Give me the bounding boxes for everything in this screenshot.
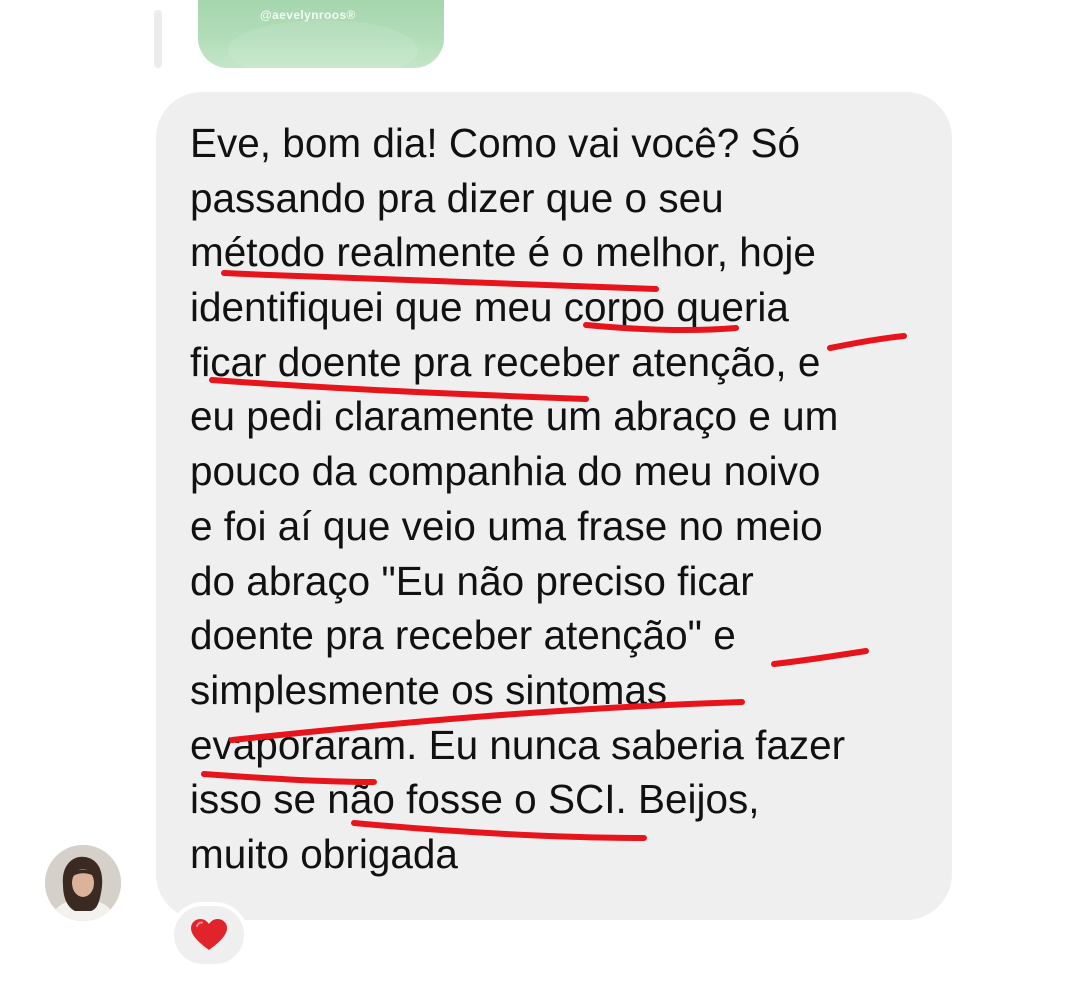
message-line: ficar doente pra receber atenção, e <box>190 338 821 385</box>
message-line: passando pra dizer que o seu <box>190 174 724 221</box>
sender-avatar[interactable] <box>45 845 121 921</box>
message-line: do abraço "Eu não preciso ficar <box>190 557 754 604</box>
red-heart-icon <box>191 919 227 950</box>
message-text: Eve, bom dia! Como vai você? Só passando… <box>190 116 845 882</box>
message-line: pouco da companhia do meu noivo <box>190 448 821 495</box>
reply-indicator-bar <box>154 10 162 68</box>
message-line: método realmente é o melhor, hoje <box>190 229 816 276</box>
message-line: evaporaram. Eu nunca saberia fazer <box>190 721 846 768</box>
message-line: eu pedi claramente um abraço e um <box>190 393 839 440</box>
message-line: Eve, bom dia! Como vai você? Só <box>190 120 801 166</box>
message-line: simplesmente os sintomas <box>190 666 668 713</box>
message-line: e foi aí que veio uma frase no meio <box>190 502 823 549</box>
message-line: isso se não fosse o SCI. Beijos, <box>190 776 760 823</box>
story-handle: @aevelynroos® <box>260 8 356 22</box>
profile-photo-icon <box>45 845 121 921</box>
reaction-badge[interactable] <box>170 902 248 968</box>
message-line: muito obrigada <box>190 830 458 877</box>
message-line: doente pra receber atenção" e <box>190 612 736 659</box>
replied-story-thumbnail[interactable]: @aevelynroos® <box>198 0 444 68</box>
message-line: identifiquei que meu corpo queria <box>190 284 789 331</box>
